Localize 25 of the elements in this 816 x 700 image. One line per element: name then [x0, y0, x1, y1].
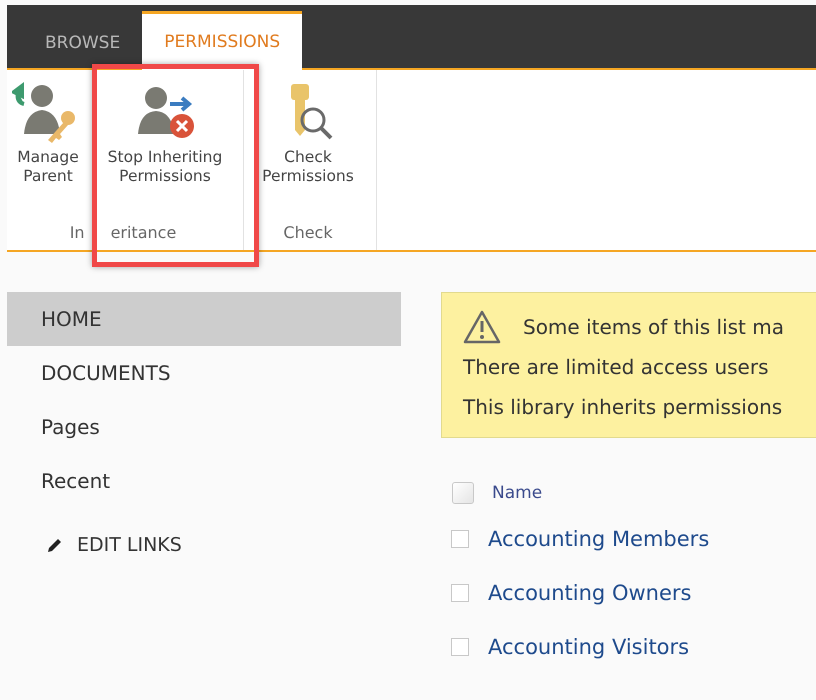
group-link[interactable]: Accounting Owners: [488, 581, 692, 605]
group-label: In: [70, 223, 85, 242]
row-checkbox[interactable]: [451, 530, 469, 548]
group-link[interactable]: Accounting Visitors: [488, 635, 690, 659]
ribbon-button[interactable]: Stop Inheriting Permissions: [95, 82, 235, 223]
notice-text: There are limited access users: [463, 354, 768, 381]
group-link[interactable]: Accounting Members: [488, 527, 710, 551]
ribbon-button[interactable]: Manage Parent: [11, 82, 85, 223]
select-all-checkbox[interactable]: [452, 482, 474, 504]
ribbon-tab[interactable]: BROWSE: [23, 18, 142, 68]
notice-text: This library inherits permissions: [463, 394, 782, 421]
nav-item[interactable]: HOME: [7, 292, 401, 346]
warning-icon: [463, 310, 501, 344]
nav-item[interactable]: Recent: [7, 454, 401, 508]
row-checkbox[interactable]: [451, 638, 469, 656]
group-label: Check: [283, 223, 333, 242]
pencil-icon: [47, 537, 63, 553]
group-label: eritance: [110, 223, 176, 242]
column-header[interactable]: Name: [492, 483, 542, 503]
row-checkbox[interactable]: [451, 584, 469, 602]
ribbon-button[interactable]: Check Permissions: [248, 82, 368, 223]
nav-item[interactable]: Pages: [7, 400, 401, 454]
notice-text: Some items of this list ma: [523, 314, 784, 341]
edit-links-link[interactable]: EDIT LINKS: [47, 534, 401, 556]
nav-item[interactable]: DOCUMENTS: [7, 346, 401, 400]
